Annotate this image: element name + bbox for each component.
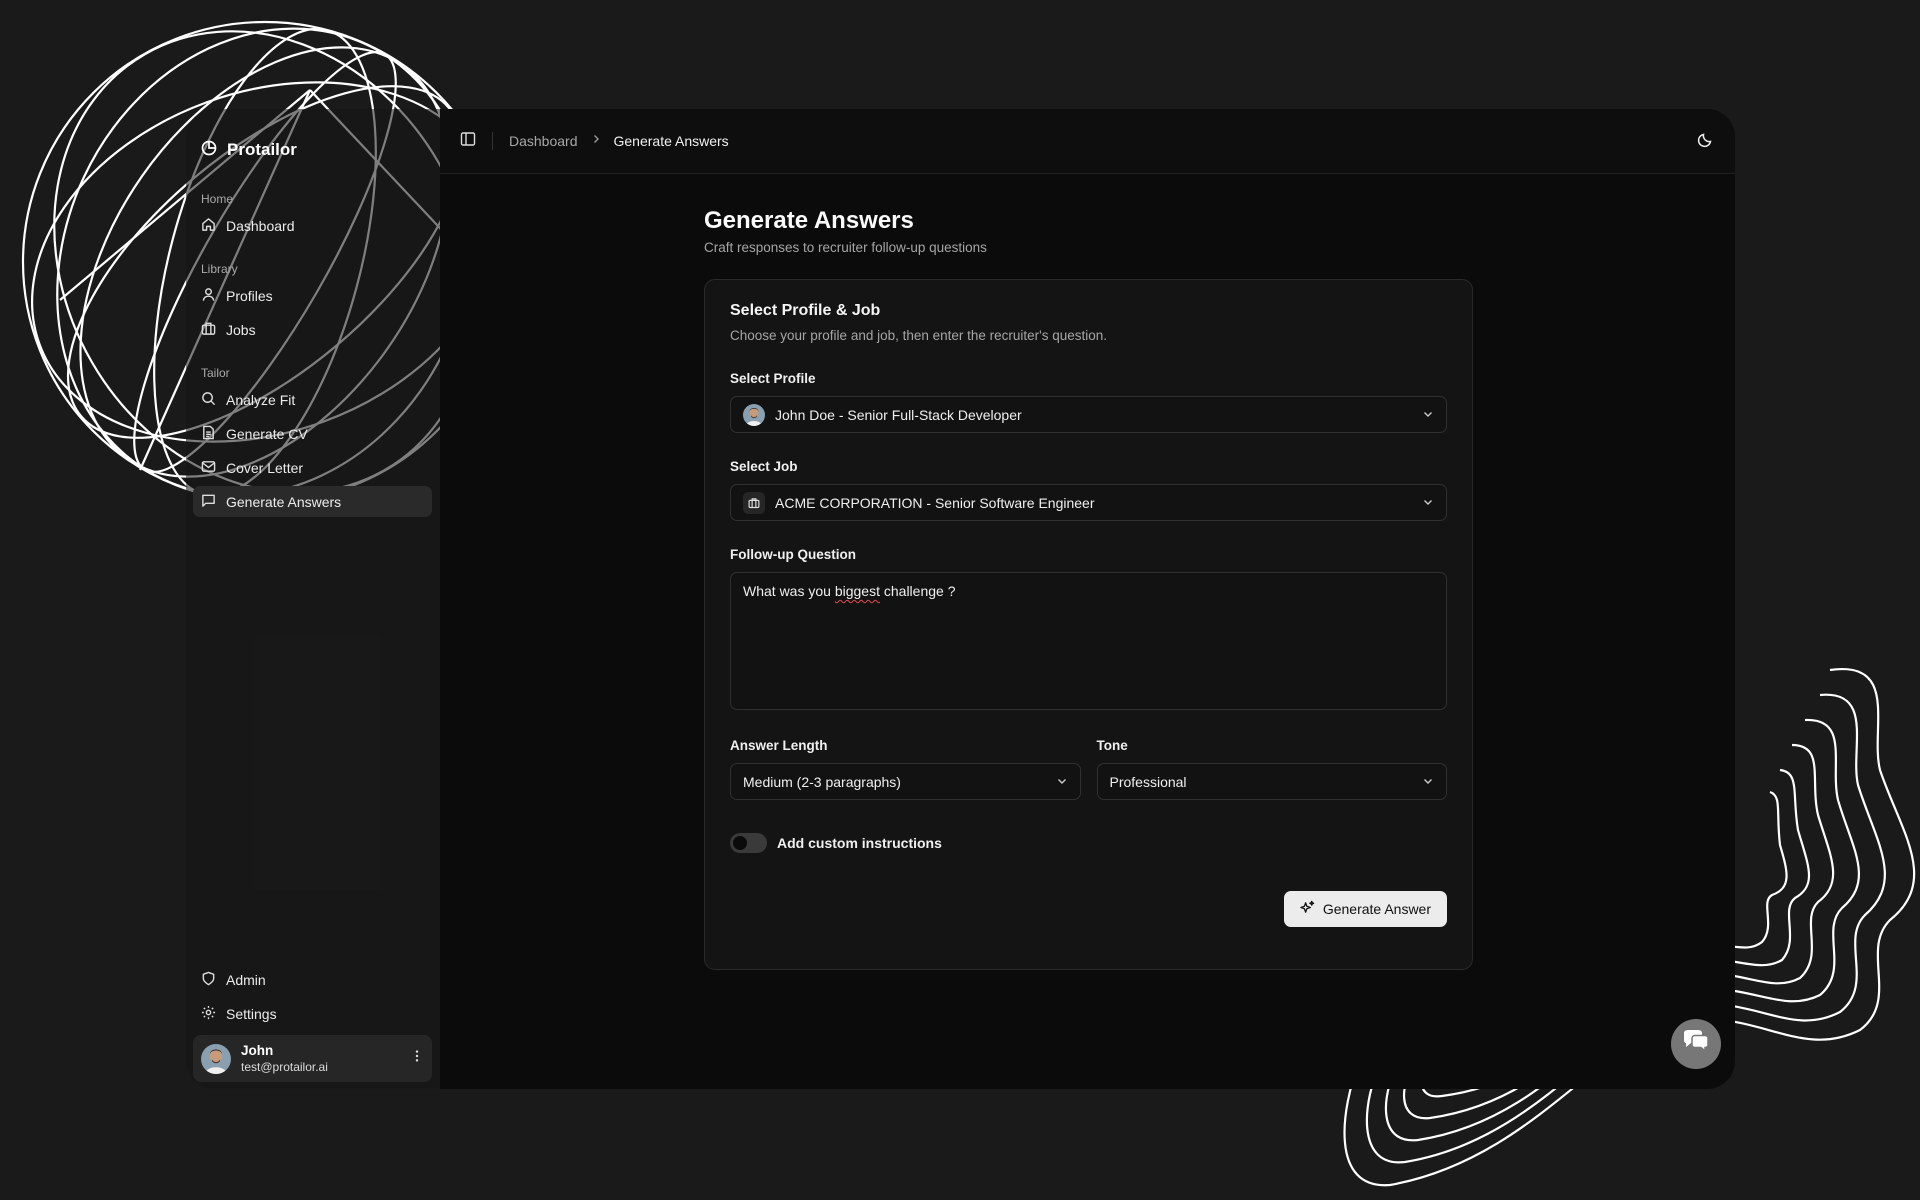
answer-length-label: Answer Length	[730, 738, 828, 753]
breadcrumb-dashboard[interactable]: Dashboard	[509, 133, 578, 149]
sidebar-item-label: Cover Letter	[226, 459, 304, 476]
avatar	[201, 1043, 231, 1074]
brand[interactable]: Protailor	[186, 129, 440, 171]
sidebar-item-cover-letter[interactable]: Cover Letter	[193, 452, 432, 483]
user-info: John test@protailor.ai	[241, 1043, 328, 1074]
job-label: Select Job	[730, 459, 798, 474]
divider	[492, 132, 493, 150]
generate-answer-label: Generate Answer	[1322, 901, 1431, 917]
tone-label: Tone	[1096, 738, 1128, 753]
generate-answer-button[interactable]: Generate Answer	[1283, 891, 1447, 927]
chevron-down-icon	[1422, 774, 1434, 790]
breadcrumb: Dashboard Generate Answers	[509, 132, 729, 150]
sidebar-item-label: Jobs	[226, 321, 256, 338]
nav-group-tailor: Tailor	[201, 366, 230, 380]
shield-icon	[201, 971, 216, 989]
sidebar-item-label: Generate CV	[226, 425, 308, 442]
question-textarea[interactable]: What was you biggest challenge ?	[730, 572, 1447, 710]
form-card: Select Profile & Job Choose your profile…	[704, 279, 1473, 970]
breadcrumb-current: Generate Answers	[613, 133, 729, 149]
sidebar-item-generate-cv[interactable]: Generate CV	[193, 418, 432, 449]
job-select-value: ACME CORPORATION - Senior Software Engin…	[775, 494, 1095, 511]
custom-instructions-toggle[interactable]	[730, 833, 767, 853]
gear-icon	[201, 1005, 216, 1023]
sidebar-item-label: Analyze Fit	[226, 391, 296, 408]
card-title: Select Profile & Job	[730, 302, 881, 319]
profile-label: Select Profile	[730, 371, 816, 386]
chevron-down-icon	[1056, 774, 1068, 790]
sidebar-item-dashboard[interactable]: Dashboard	[193, 210, 432, 241]
profile-select-value: John Doe - Senior Full-Stack Developer	[775, 406, 1022, 423]
search-icon	[201, 391, 216, 409]
tone-select[interactable]: Professional	[1096, 763, 1447, 800]
sidebar-item-admin[interactable]: Admin	[193, 964, 432, 995]
chevron-down-icon	[1422, 495, 1434, 511]
sidebar-item-settings[interactable]: Settings	[193, 998, 432, 1029]
sidebar-item-label: Generate Answers	[226, 493, 342, 510]
card-description: Choose your profile and job, then enter …	[730, 328, 1108, 343]
sidebar-item-profiles[interactable]: Profiles	[193, 280, 432, 311]
job-select[interactable]: ACME CORPORATION - Senior Software Engin…	[730, 484, 1447, 521]
page-subtitle: Craft responses to recruiter follow-up q…	[704, 240, 987, 255]
more-vertical-icon[interactable]	[410, 1049, 424, 1068]
question-label: Follow-up Question	[730, 547, 856, 562]
top-bar: Dashboard Generate Answers	[440, 109, 1735, 174]
sidebar-item-label: Dashboard	[226, 217, 295, 234]
sidebar-item-jobs[interactable]: Jobs	[193, 314, 432, 345]
user-name: John	[241, 1043, 274, 1058]
page-title: Generate Answers	[704, 207, 914, 234]
profile-select[interactable]: John Doe - Senior Full-Stack Developer	[730, 396, 1447, 433]
nav-group-library: Library	[201, 262, 238, 276]
nav-group-home: Home	[201, 192, 234, 206]
file-text-icon	[201, 425, 216, 443]
chevron-down-icon	[1422, 407, 1434, 423]
user-icon	[201, 287, 216, 305]
user-card[interactable]: John test@protailor.ai	[193, 1035, 432, 1082]
user-email: test@protailor.ai	[241, 1060, 328, 1074]
profile-avatar	[743, 403, 765, 426]
briefcase-icon	[743, 491, 765, 514]
chevron-right-icon	[590, 132, 602, 150]
sidebar: Protailor Home Dashboard Library Profile…	[186, 109, 440, 1089]
misspelled-word: biggest	[834, 583, 880, 599]
app-window: Protailor Home Dashboard Library Profile…	[186, 109, 1735, 1089]
sidebar-item-label: Profiles	[226, 287, 273, 304]
answer-length-select[interactable]: Medium (2-3 paragraphs)	[730, 763, 1081, 800]
sidebar-footer: Admin Settings John test@protailor.ai	[186, 962, 440, 1089]
sidebar-item-generate-answers[interactable]: Generate Answers	[193, 486, 432, 517]
page-content: Generate Answers Craft responses to recr…	[704, 207, 1473, 970]
chat-button[interactable]	[1671, 1019, 1721, 1069]
brand-name: Protailor	[227, 140, 297, 159]
mail-icon	[201, 459, 216, 477]
answer-length-value: Medium (2-3 paragraphs)	[743, 773, 901, 790]
custom-instructions-label: Add custom instructions	[777, 835, 942, 851]
tone-value: Professional	[1109, 773, 1187, 790]
briefcase-icon	[201, 321, 216, 339]
pie-chart-icon	[201, 140, 217, 161]
sidebar-item-label: Admin	[226, 971, 266, 988]
sidebar-item-analyze-fit[interactable]: Analyze Fit	[193, 384, 432, 415]
chat-bubbles-icon	[1681, 1029, 1711, 1060]
custom-instructions-row: Add custom instructions	[730, 833, 1447, 853]
question-text-part: challenge ?	[879, 583, 956, 599]
sparkles-icon	[1300, 900, 1315, 918]
toggle-knob	[733, 836, 747, 850]
question-text-part: What was you	[743, 583, 835, 599]
home-icon	[201, 217, 216, 235]
message-square-icon	[201, 493, 216, 511]
main-panel: Dashboard Generate Answers Generate Answ…	[440, 109, 1735, 1089]
moon-icon[interactable]	[1697, 132, 1713, 153]
sidebar-toggle-icon[interactable]	[460, 131, 476, 152]
sidebar-item-label: Settings	[226, 1005, 277, 1022]
